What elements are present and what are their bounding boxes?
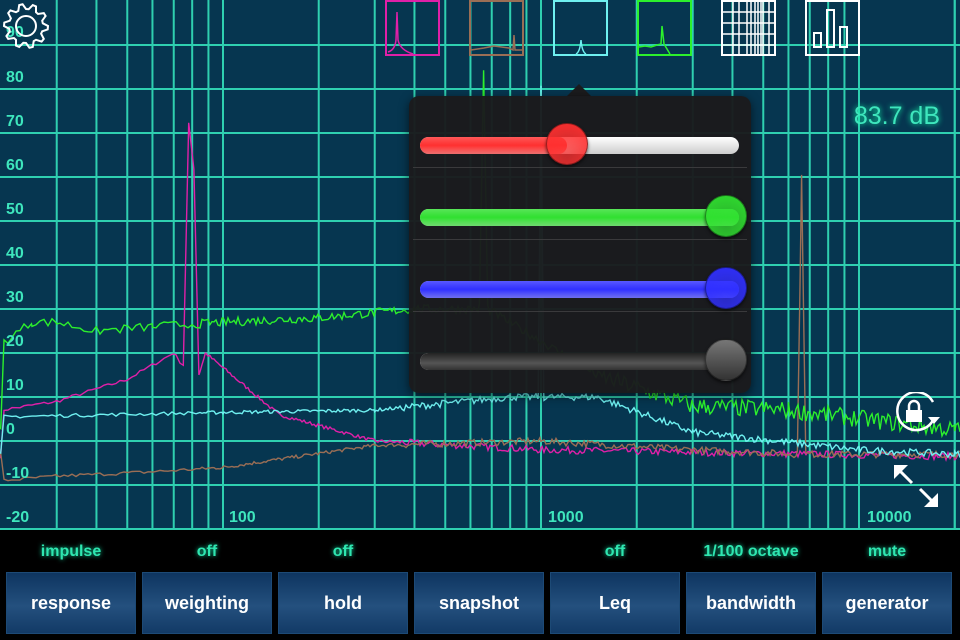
leq-button[interactable]: Leq [550, 572, 680, 634]
y-tick-label: 80 [6, 69, 24, 86]
alpha-slider[interactable] [413, 312, 747, 384]
weighting-button[interactable]: weighting [142, 572, 272, 634]
trace-color-popover [409, 96, 751, 393]
trace-cyan-icon[interactable] [553, 0, 608, 56]
response-button[interactable]: response [6, 572, 136, 634]
trace-magenta-icon[interactable] [385, 0, 440, 56]
bandwidth-button[interactable]: bandwidth [686, 572, 816, 634]
green-slider[interactable] [413, 168, 747, 240]
status-hold: off [332, 543, 354, 560]
slider-thumb[interactable] [545, 123, 588, 165]
grid-icon[interactable] [721, 0, 776, 56]
generator-button[interactable]: generator [822, 572, 952, 634]
status-bandwidth: 1/100 octave [703, 543, 799, 560]
y-tick-label: -20 [6, 509, 30, 526]
blue-slider[interactable] [413, 240, 747, 312]
x-tick-label: 10000 [867, 509, 912, 526]
y-tick-label: 60 [6, 157, 24, 174]
slider-thumb[interactable] [705, 339, 747, 381]
y-tick-label: 70 [6, 113, 24, 130]
slider-thumb[interactable] [705, 267, 747, 309]
y-tick-label: 0 [6, 421, 15, 438]
y-tick-label: 30 [6, 289, 24, 306]
rotation-lock-icon[interactable] [894, 392, 944, 434]
status-weighting: off [196, 543, 218, 560]
y-tick-label: 20 [6, 333, 24, 350]
x-tick-label: 100 [229, 509, 256, 526]
expand-icon[interactable] [892, 463, 940, 509]
status-Leq: off [604, 543, 626, 560]
bar-chart-icon[interactable] [805, 0, 860, 56]
status-generator: mute [867, 543, 907, 560]
hold-button[interactable]: hold [278, 572, 408, 634]
x-tick-label: 1000 [548, 509, 584, 526]
gear-icon[interactable] [0, 0, 52, 52]
red-slider[interactable] [413, 96, 747, 168]
y-tick-label: 40 [6, 245, 24, 262]
level-readout: 83.7 dB [853, 102, 940, 130]
y-tick-label: -10 [6, 465, 30, 482]
snapshot-button[interactable]: snapshot [414, 572, 544, 634]
trace-green-icon[interactable] [637, 0, 692, 56]
y-tick-label: 50 [6, 201, 24, 218]
status-response: impulse [40, 543, 102, 560]
trace-brown-icon[interactable] [469, 0, 524, 56]
y-tick-label: 10 [6, 377, 24, 394]
slider-thumb[interactable] [705, 195, 747, 237]
